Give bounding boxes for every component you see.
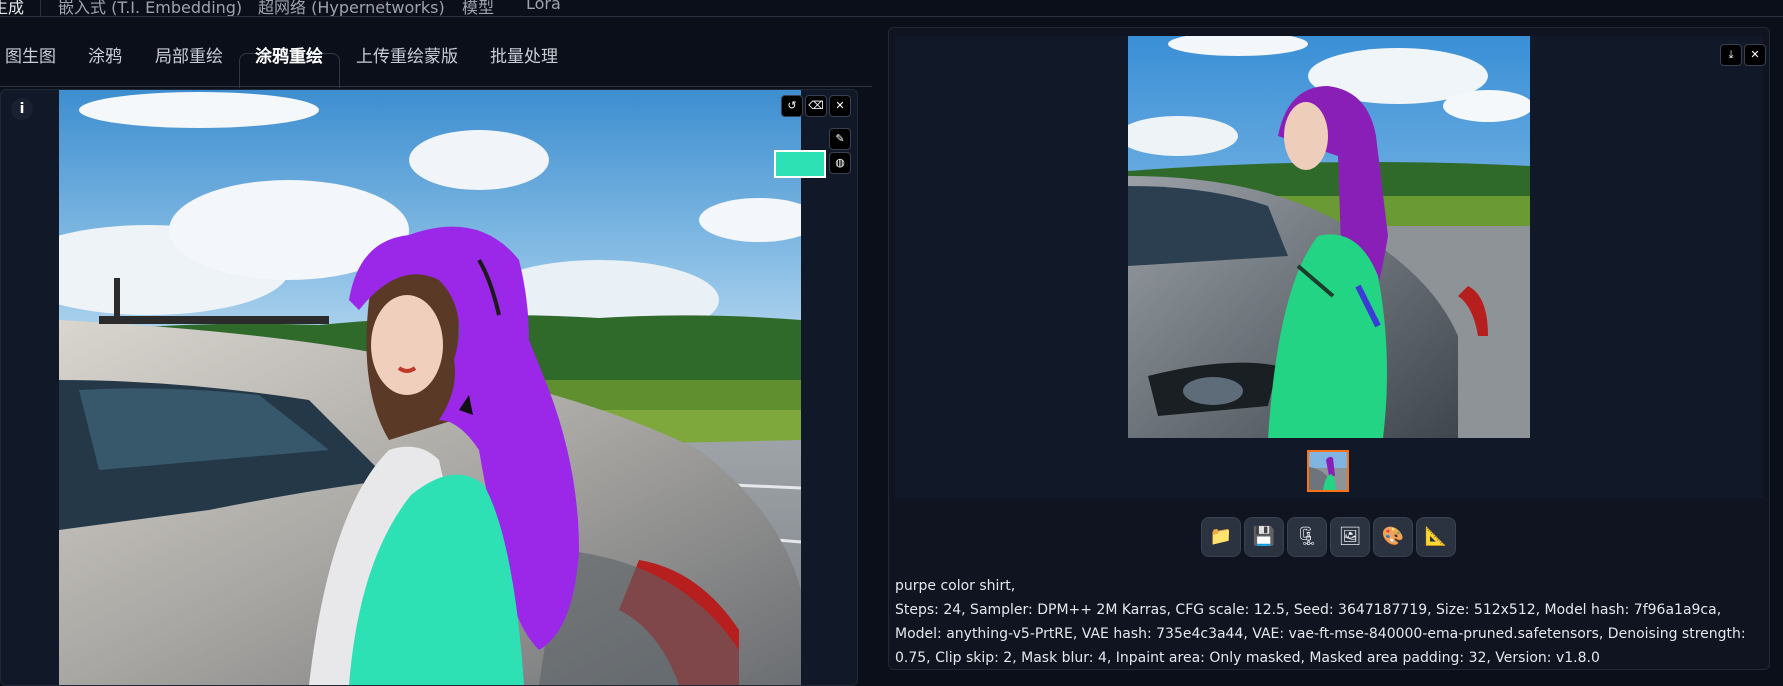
result-image-art (1128, 36, 1530, 438)
tab-batch[interactable]: 批量处理 (490, 42, 558, 67)
open-folder-button[interactable]: 📁 (1201, 517, 1241, 557)
info-icon[interactable]: i (11, 98, 33, 120)
tab-inpaint-sketch[interactable]: 涂鸦重绘 (255, 42, 323, 67)
generation-prompt: purpe color shirt, (895, 578, 1016, 594)
undo-icon[interactable]: ↺ (781, 95, 803, 117)
tab-sketch[interactable]: 涂鸦 (88, 42, 122, 67)
tabs-underline (0, 86, 872, 87)
top-nav: 生成 嵌入式 (T.I. Embedding) 超网络 (Hypernetwor… (0, 0, 1783, 17)
close-icon[interactable]: ✕ (1744, 44, 1766, 66)
source-image (59, 90, 801, 685)
nav-item-models[interactable]: 模型 (462, 0, 494, 16)
output-gallery: ⤓ ✕ (895, 36, 1766, 498)
tab-inpaint-upload[interactable]: 上传重绘蒙版 (356, 42, 458, 67)
nav-divider (40, 0, 41, 16)
send-to-img2img-button[interactable]: 🖼 (1330, 517, 1370, 557)
gallery-thumbnail[interactable] (1307, 450, 1349, 492)
close-icon[interactable]: ✕ (829, 95, 851, 117)
sketch-canvas-panel: i ↺ ⌫ ✕ ✎ ◍ (0, 89, 858, 686)
send-to-extras-button[interactable]: 📐 (1416, 517, 1456, 557)
brush-color-swatch[interactable] (774, 150, 826, 178)
eraser-icon[interactable]: ⌫ (805, 95, 827, 117)
nav-item-lora[interactable]: Lora (526, 0, 561, 13)
thumbnail-art (1309, 452, 1347, 490)
nav-item-embedding[interactable]: 嵌入式 (T.I. Embedding) (58, 0, 242, 16)
img2img-panel: 图生图 涂鸦 局部重绘 涂鸦重绘 上传重绘蒙版 批量处理 i ↺ ⌫ ✕ ✎ ◍ (0, 16, 872, 686)
color-palette-icon[interactable]: ◍ (829, 152, 851, 174)
nav-item-txt2img[interactable]: 生成 (0, 0, 24, 16)
nav-item-hypernetworks[interactable]: 超网络 (Hypernetworks) (258, 0, 445, 16)
tab-img2img[interactable]: 图生图 (5, 42, 56, 67)
save-button[interactable]: 💾 (1244, 517, 1284, 557)
download-icon[interactable]: ⤓ (1720, 44, 1742, 66)
send-to-inpaint-button[interactable]: 🎨 (1373, 517, 1413, 557)
result-image[interactable] (1128, 36, 1530, 438)
zip-button[interactable]: 🗜 (1287, 517, 1327, 557)
sketch-canvas[interactable] (59, 90, 801, 685)
output-panel: ⤓ ✕ 📁 💾 🗜 🖼 🎨 📐 purpe color shirt, Steps… (888, 27, 1770, 670)
generation-info: purpe color shirt, Steps: 24, Sampler: D… (895, 574, 1765, 670)
img2img-tabs: 图生图 涂鸦 局部重绘 涂鸦重绘 上传重绘蒙版 批量处理 (0, 26, 872, 88)
tab-inpaint[interactable]: 局部重绘 (155, 42, 223, 67)
brush-size-icon[interactable]: ✎ (829, 128, 851, 150)
generation-params: Steps: 24, Sampler: DPM++ 2M Karras, CFG… (895, 602, 1746, 666)
